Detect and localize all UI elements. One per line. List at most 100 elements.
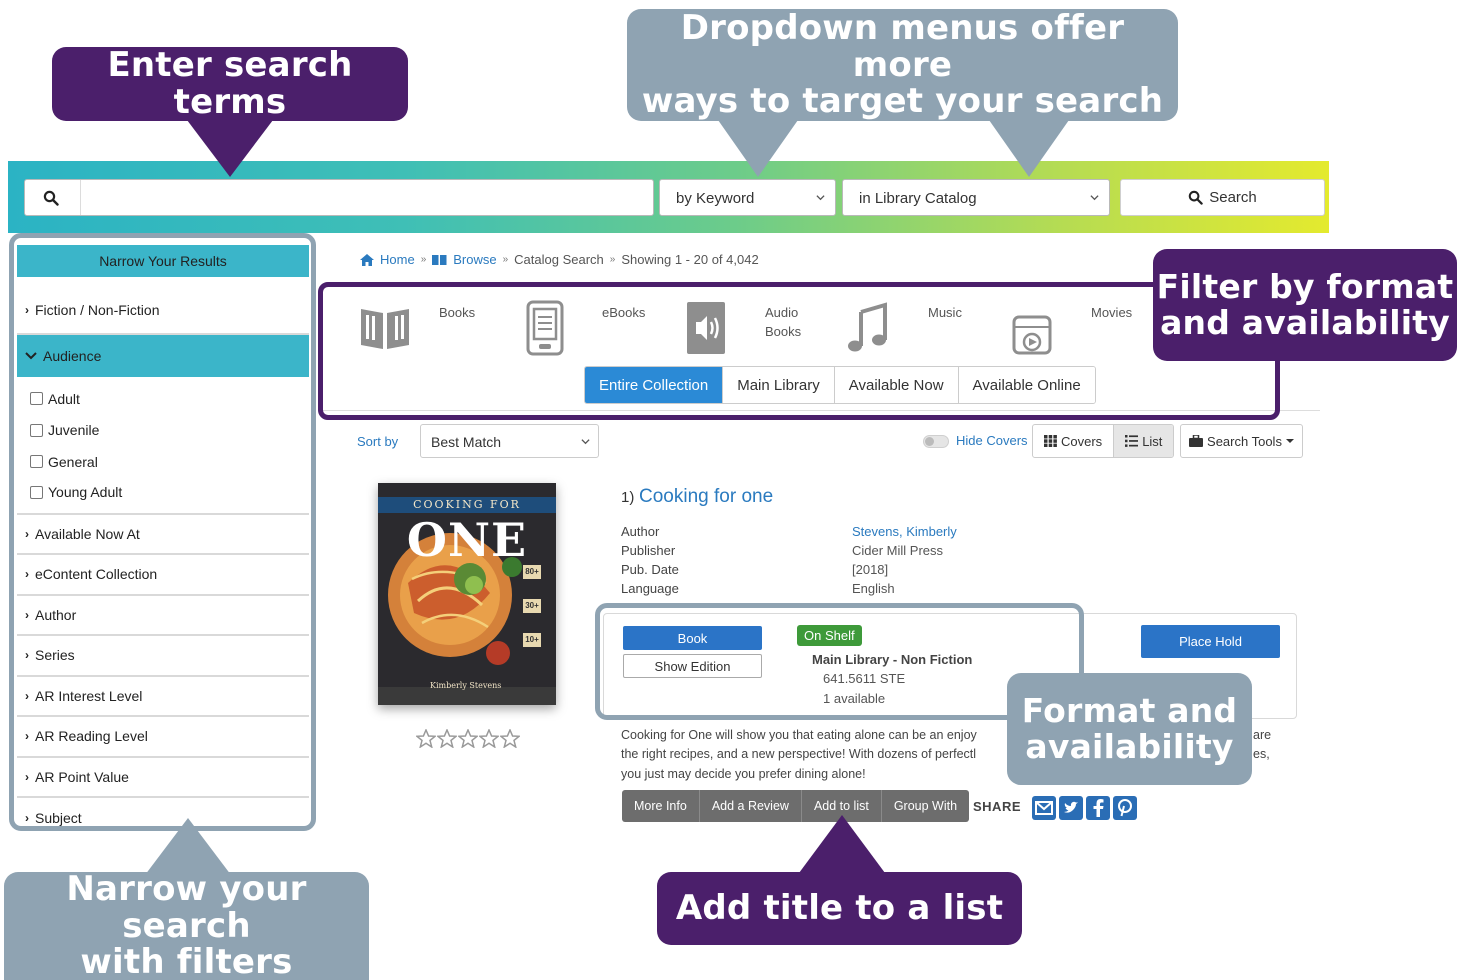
format-label-ebooks[interactable]: eBooks <box>602 303 645 322</box>
tab-available-now[interactable]: Available Now <box>834 367 959 403</box>
format-label-books[interactable]: Books <box>439 303 475 322</box>
sidebar-item-label: Fiction / Non-Fiction <box>35 302 160 318</box>
description-line-end: are <box>1253 728 1272 742</box>
sidebar-item-label: AR Point Value <box>35 768 129 785</box>
search-tools-button[interactable]: Search Tools <box>1180 424 1303 458</box>
meta-author[interactable]: Stevens, Kimberly <box>852 524 957 539</box>
callout-text: Filter by format <box>1156 267 1454 307</box>
facebook-share-icon[interactable] <box>1086 796 1110 820</box>
result-title[interactable]: Cooking for one <box>639 486 773 508</box>
checkbox[interactable] <box>30 423 43 437</box>
email-share-icon[interactable] <box>1032 796 1056 820</box>
audience-option-general[interactable]: General <box>17 446 309 478</box>
show-edition-button[interactable]: Show Edition <box>623 654 762 678</box>
facebook-f-icon <box>1093 799 1104 817</box>
add-review-button[interactable]: Add a Review <box>700 790 802 822</box>
format-label-line: Books <box>765 324 802 339</box>
checkbox-label: Juvenile <box>48 422 100 439</box>
sidebar-item-label: AR Interest Level <box>35 687 143 704</box>
callout-tail <box>718 120 798 177</box>
breadcrumb-home[interactable]: Home <box>380 252 415 267</box>
tab-entire-collection[interactable]: Entire Collection <box>585 367 724 403</box>
sidebar-title: Narrow Your Results <box>17 245 309 277</box>
format-book-button[interactable]: Book <box>623 626 762 650</box>
audience-option-young-adult[interactable]: Young Adult <box>17 478 309 515</box>
cover-badge: 80+ <box>525 567 539 576</box>
meta-label-author: Author <box>621 524 660 539</box>
rating-stars[interactable] <box>416 729 520 748</box>
sidebar-item-econtent[interactable]: › eContent Collection <box>17 555 309 596</box>
twitter-share-icon[interactable] <box>1059 796 1083 820</box>
books-format-icon[interactable] <box>359 298 411 358</box>
callout-text: Add title to a list <box>675 888 1004 929</box>
callout-text: availability <box>1025 727 1234 766</box>
checkbox[interactable] <box>30 485 43 499</box>
audience-option-adult[interactable]: Adult <box>17 383 309 415</box>
checkbox[interactable] <box>30 392 43 406</box>
sidebar-item-audience[interactable]: Audience <box>17 335 309 377</box>
callout-dropdown-menus: Dropdown menus offer more ways to target… <box>627 9 1178 121</box>
caret-down-icon <box>1285 439 1294 443</box>
format-label-audiobooks[interactable]: Audio Books <box>765 303 801 341</box>
covers-view-button[interactable]: Covers <box>1033 425 1113 457</box>
sidebar-item-label: Subject <box>35 810 82 827</box>
chevron-down-icon <box>816 195 825 201</box>
meta-publisher: Cider Mill Press <box>852 543 944 558</box>
sidebar-item-ar-points[interactable]: › AR Point Value <box>17 758 309 798</box>
format-label-movies[interactable]: Movies <box>1091 303 1132 322</box>
search-input[interactable] <box>24 179 654 216</box>
list-view-button[interactable]: List <box>1113 425 1174 457</box>
book-cover[interactable]: COOKING FOR ONE Kimberly Stevens 80+ 30+… <box>378 483 556 705</box>
audience-option-juvenile[interactable]: Juvenile <box>17 415 309 447</box>
callout-text: Dropdown menus offer more <box>680 7 1125 85</box>
meta-pubdate: [2018] <box>852 562 889 577</box>
search-button[interactable]: Search <box>1120 179 1325 216</box>
group-with-button[interactable]: Group With <box>882 790 969 822</box>
breadcrumb: Home » Browse » Catalog Search » Showing… <box>360 252 759 267</box>
more-info-button[interactable]: More Info <box>622 790 700 822</box>
star-empty-icon <box>458 729 478 748</box>
format-label-music[interactable]: Music <box>928 303 962 322</box>
hide-covers-toggle[interactable] <box>923 435 949 448</box>
result-number: 1) <box>621 489 635 506</box>
bird-icon <box>1064 801 1078 813</box>
sidebar-item-fiction[interactable]: › Fiction / Non-Fiction <box>17 277 309 335</box>
cover-subtitle: COOKING FOR <box>413 498 521 511</box>
breadcrumb-browse[interactable]: Browse <box>453 252 496 267</box>
hide-covers-label[interactable]: Hide Covers <box>956 433 1028 448</box>
cover-badge: 10+ <box>525 635 539 644</box>
chevron-right-icon: › <box>25 567 29 582</box>
results-count: Showing 1 - 20 of 4,042 <box>621 252 759 267</box>
breadcrumb-separator: » <box>420 254 427 265</box>
sidebar-item-label: Audience <box>43 348 102 364</box>
list-label: List <box>1142 433 1163 449</box>
sidebar-item-available-now[interactable]: › Available Now At <box>17 515 309 555</box>
pinterest-share-icon[interactable] <box>1113 796 1137 820</box>
sort-select[interactable]: Best Match <box>420 424 599 458</box>
meta-label-language: Language <box>621 581 679 596</box>
chevron-right-icon: › <box>25 769 29 784</box>
sidebar-item-ar-interest[interactable]: › AR Interest Level <box>17 677 309 717</box>
checkbox[interactable] <box>30 455 43 469</box>
ebook-reader-icon[interactable] <box>526 298 564 358</box>
sidebar-item-author[interactable]: › Author <box>17 596 309 636</box>
tab-available-online[interactable]: Available Online <box>958 367 1095 403</box>
holding-location: Main Library - Non Fiction <box>812 652 973 667</box>
movie-player-icon[interactable] <box>1012 306 1052 366</box>
sidebar-item-ar-reading[interactable]: › AR Reading Level <box>17 717 309 758</box>
search-divider <box>80 180 81 215</box>
tab-main-library[interactable]: Main Library <box>723 367 835 403</box>
music-note-icon[interactable] <box>847 298 889 358</box>
divider <box>318 410 1320 411</box>
audiobook-icon[interactable] <box>686 298 726 358</box>
search-type-select[interactable]: by Keyword <box>659 179 836 216</box>
chevron-right-icon: › <box>25 648 29 663</box>
sidebar-item-label: Series <box>35 647 75 664</box>
pinterest-icon <box>1118 799 1132 817</box>
grid-icon <box>1044 435 1057 447</box>
sidebar-item-series[interactable]: › Series <box>17 636 309 677</box>
chevron-right-icon: › <box>25 303 29 317</box>
search-scope-value: in Library Catalog <box>859 190 977 207</box>
search-scope-select[interactable]: in Library Catalog <box>842 179 1110 216</box>
place-hold-button[interactable]: Place Hold <box>1141 625 1280 658</box>
